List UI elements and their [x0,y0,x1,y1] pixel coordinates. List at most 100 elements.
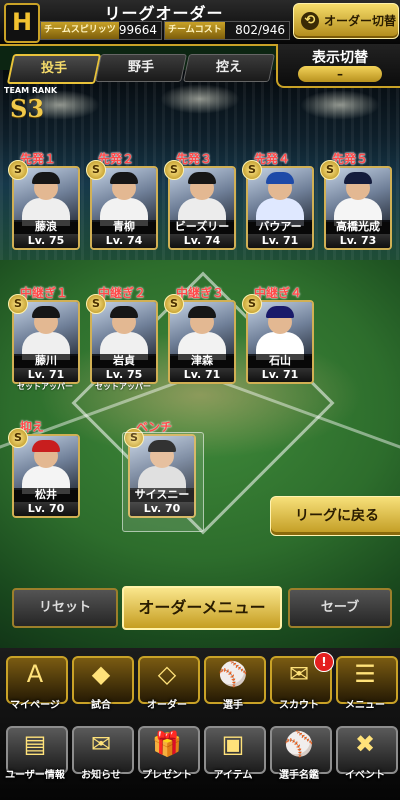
nav-label: プレゼント [142,770,192,781]
s-rank-badge: S [320,160,340,180]
nav-present-button[interactable]: 🎁 プレゼント [136,722,200,782]
player-name: ビーズリー [170,220,234,234]
nav-label: お知らせ [81,770,121,781]
reset-button[interactable]: リセット [12,588,118,628]
player-cap [344,172,372,184]
position-tabs: 投手 野手 控え [6,54,275,84]
nav-order-button[interactable]: ◇ オーダー [136,652,200,712]
nav-label: 選手名鑑 [279,770,319,781]
nav-label: 選手 [223,700,243,711]
tab-label: 投手 [40,61,67,76]
role-note: セットアッパー [95,382,151,391]
mypage-icon: A [26,660,44,688]
tab-reserve[interactable]: 控え [183,54,275,82]
menu-icon: ☰ [354,660,376,688]
nav-label: メニュー [345,700,385,711]
nav-label: イベント [345,770,385,781]
league-order-screen: H リーグオーダー チームスピリッツ 99664 チームコスト 802/946 … [0,0,400,800]
user-info-icon: ▤ [23,730,47,758]
player-level: Lv. 74 [92,234,156,248]
nav-label: ユーザー情報 [5,770,65,781]
player-level: Lv. 73 [326,234,390,248]
player-level: Lv. 74 [170,234,234,248]
nav-stadium-button[interactable]: ◆ 試合 [70,652,134,712]
order-menu-button[interactable]: オーダーメニュー [122,586,282,630]
player-name: 藤川 [14,354,78,368]
slot-position-label: 中継ぎ４ [254,286,303,300]
item-icon: ▣ [221,730,245,758]
event-icon: ✖ [354,730,376,758]
nav-news-button[interactable]: ✉ お知らせ [70,722,134,782]
player-name: 藤浪 [14,220,78,234]
s-rank-badge: S [164,294,184,314]
player-name: バウアー [248,220,312,234]
s-rank-badge: S [8,428,28,448]
team-rank: TEAM RANK S3 [4,86,84,123]
team-spirit-value: 99664 [118,23,157,37]
stadium-light [160,84,240,114]
order-switch-button[interactable]: ⟲ オーダー切替 [293,3,399,39]
stadium-light [300,90,380,120]
league-back-button[interactable]: リーグに戻る [270,496,400,536]
nav-player-directory-button[interactable]: ⚾ 選手名鑑 [268,722,332,782]
player-level: Lv. 71 [14,368,78,382]
player-cap [188,306,216,318]
nav-item-button[interactable]: ▣ アイテム [202,722,266,782]
player-name: 高橋光成 [326,220,390,234]
nav-user-info-button[interactable]: ▤ ユーザー情報 [4,722,68,782]
team-logo: H [4,3,40,43]
tab-label: 野手 [127,60,154,75]
player-cap [266,306,294,318]
bench-highlight [122,432,204,532]
nav-player-button[interactable]: ⚾ 選手 [202,652,266,712]
nav-scout-button[interactable]: ✉ スカウト! [268,652,334,712]
slot-position-label: 中継ぎ２ [98,286,147,300]
nav-event-button[interactable]: ✖ イベント [334,722,398,782]
player-cap [32,306,60,318]
player-cap [110,306,138,318]
player-cap [32,172,60,184]
display-toggle-value: – [298,66,382,82]
player-level: Lv. 71 [170,368,234,382]
bottom-navigation: A マイページ ◆ 試合 ◇ オーダー ⚾ 選手 ✉ スカウト! ☰ メニュー ▤ ユーザー情報 ✉ お知らせ… [0,648,400,800]
player-level: Lv. 75 [92,368,156,382]
player-cap [188,172,216,184]
save-button[interactable]: セーブ [288,588,392,628]
player-cap [32,440,60,452]
player-level: Lv. 71 [248,368,312,382]
player-icon: ⚾ [218,660,248,688]
player-name: 津森 [170,354,234,368]
nav-label: マイページ [10,700,60,711]
team-cost: チームコスト 802/946 [164,21,290,40]
page-title: リーグオーダー [104,4,224,23]
order-icon: ◇ [157,660,177,688]
team-cost-value: 802/946 [235,23,285,37]
tab-pitcher[interactable]: 投手 [6,54,102,84]
nav-label: 試合 [91,700,111,711]
s-rank-badge: S [242,294,262,314]
player-level: Lv. 75 [14,234,78,248]
nav-menu-button[interactable]: ☰ メニュー [334,652,398,712]
present-icon: 🎁 [152,730,182,758]
player-level: Lv. 70 [14,502,78,516]
slot-position-label: 中継ぎ１ [20,286,69,300]
s-rank-badge: S [8,294,28,314]
display-toggle-title: 表示切替 [312,50,368,66]
s-rank-badge: S [242,160,262,180]
nav-label: スカウト [279,700,319,711]
team-spirit-label: チームスピリッツ [41,22,119,39]
player-level: Lv. 71 [248,234,312,248]
player-name: 石山 [248,354,312,368]
nav-label: オーダー [147,700,187,711]
tab-fielder[interactable]: 野手 [95,54,187,82]
player-cap [110,172,138,184]
s-rank-badge: S [86,294,106,314]
display-toggle[interactable]: 表示切替 – [276,44,400,88]
nav-mypage-button[interactable]: A マイページ [4,652,68,712]
player-cap [266,172,294,184]
header-bar: H リーグオーダー チームスピリッツ 99664 チームコスト 802/946 … [0,0,400,46]
s-rank-badge: S [86,160,106,180]
team-spirit: チームスピリッツ 99664 [40,21,162,40]
player-name: 青柳 [92,220,156,234]
team-rank-value: S3 [10,94,45,123]
